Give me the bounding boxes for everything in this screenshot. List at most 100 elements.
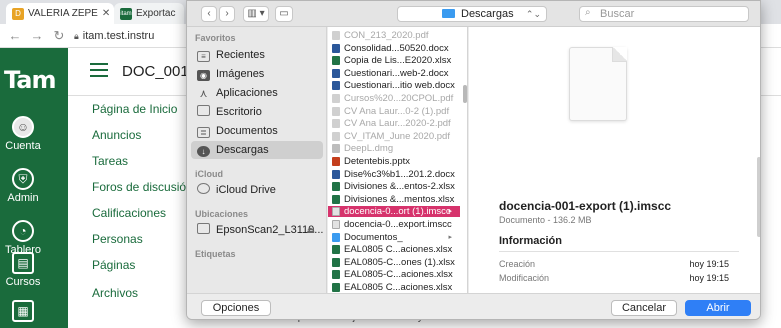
course-nav-grades[interactable]: Calificaciones (92, 206, 166, 220)
documents-icon: ≣ (197, 127, 210, 138)
sidebar-item-label: iCloud Drive (216, 184, 276, 196)
sidebar-item-label: Recientes (216, 49, 265, 61)
file-item[interactable]: EAL0805 C...aciones.xlsx (328, 244, 460, 255)
global-nav-admin[interactable]: ⛨ Admin (0, 168, 46, 204)
file-name: docencia-0...export.imscc (344, 219, 452, 230)
options-button[interactable]: Opciones (201, 300, 271, 316)
row-value: hoy 19:15 (689, 273, 729, 283)
file-item[interactable]: EAL0805 C...aciones.xlsx (328, 282, 460, 293)
browser-tab-valeria[interactable]: D VALERIA ZEPE ✕ (6, 3, 114, 24)
sidebar-item-downloads[interactable]: ↓ Descargas (191, 141, 323, 159)
file-item[interactable]: CON_213_2020.pdf (328, 30, 460, 41)
preview-row-modified: Modificación hoy 19:15 (499, 273, 729, 283)
file-item[interactable]: Consolidad...50520.docx (328, 43, 460, 54)
file-name: CV Ana Laur...2020-2.pdf (344, 118, 451, 130)
global-nav-courses[interactable]: ▤ Cursos (0, 252, 46, 288)
sidebar-item-desktop[interactable]: Escritorio (191, 103, 323, 121)
file-icon (332, 270, 340, 280)
file-item[interactable]: Cuestionari...web-2.docx (328, 68, 460, 79)
file-icon (332, 220, 340, 229)
view-mode-button[interactable]: ▥ ▾ (243, 6, 269, 22)
lock-icon: 🔒︎ (74, 30, 79, 41)
location-popup[interactable]: Descargas ⌃⌄ (397, 6, 547, 22)
course-nav-announcements[interactable]: Anuncios (92, 128, 141, 142)
file-item[interactable]: Cuestionari...itio web.docx (328, 80, 460, 91)
course-nav-files[interactable]: Archivos (92, 286, 138, 300)
sidebar-item-epson-scan[interactable]: EpsonScan2_L3110... ⏏ (191, 221, 323, 239)
file-item[interactable]: CV Ana Laur...2020-2.pdf (328, 118, 460, 129)
course-nav-discussions[interactable]: Foros de discusión (92, 180, 193, 194)
chevron-right-icon: ▸ (448, 233, 452, 241)
sidebar-item-documents[interactable]: ≣ Documentos (191, 122, 323, 140)
divider (499, 251, 739, 252)
file-icon (332, 81, 340, 91)
sidebar-item-recents[interactable]: ≡ Recientes (191, 46, 323, 64)
file-icon (332, 169, 340, 179)
global-nav-account[interactable]: ☺ Cuenta (0, 116, 46, 152)
camera-icon: ◉ (197, 70, 210, 81)
updown-chevron-icon: ⌃⌄ (525, 9, 541, 19)
file-name: Dise%c3%b1...201.2.docx (344, 168, 455, 180)
hamburger-menu-icon[interactable] (90, 63, 108, 77)
downloads-icon: ↓ (197, 146, 210, 157)
cancel-button[interactable]: Cancelar (611, 300, 677, 316)
cloud-icon (197, 183, 210, 194)
file-name: Divisiones &...mentos.xlsx (344, 193, 455, 205)
close-tab-icon[interactable]: ✕ (102, 8, 110, 19)
sidebar-item-label: Aplicaciones (216, 87, 278, 99)
course-nav-pages[interactable]: Páginas (92, 258, 135, 272)
forward-arrow-icon[interactable]: → (30, 28, 44, 43)
back-arrow-icon[interactable]: ← (8, 28, 22, 43)
course-nav-assignments[interactable]: Tareas (92, 154, 128, 168)
row-label: Creación (499, 259, 536, 269)
file-item[interactable]: DeepL.dmg (328, 143, 460, 154)
browser-tab-export[interactable]: itam Exportac (114, 3, 184, 24)
open-button[interactable]: Abrir (685, 300, 751, 316)
global-navigation: Tam ☺ Cuenta ⛨ Admin ◔ Tablero ▤ Cursos … (0, 48, 68, 328)
global-nav-calendar[interactable]: ▦ (0, 300, 46, 324)
logo: Tam (4, 66, 56, 94)
file-item[interactable]: Documentos_ ▸ (328, 232, 460, 243)
sidebar-item-applications[interactable]: ⋏ Aplicaciones (191, 84, 323, 102)
eject-icon[interactable]: ⏏ (306, 221, 315, 239)
url-field[interactable]: 🔒︎ itam.test.instru (74, 30, 154, 42)
file-item[interactable]: EAL0805-C...ones (1).xlsx (328, 257, 460, 268)
file-item[interactable]: CV_ITAM_June 2020.pdf (328, 131, 460, 142)
file-item[interactable]: docencia-0...export.imscc (328, 219, 460, 230)
file-list-scrollbar[interactable] (463, 85, 467, 103)
recents-icon: ≡ (197, 51, 210, 62)
file-icon (332, 31, 340, 40)
file-item[interactable]: Detentebis.pptx (328, 156, 460, 167)
file-item[interactable]: Copia de Lis...E2020.xlsx (328, 55, 460, 66)
group-button[interactable]: ▭ (275, 6, 293, 22)
tags-header: Etiquetas (195, 249, 236, 259)
course-nav-home[interactable]: Página de Inicio (92, 102, 177, 116)
file-item[interactable]: Divisiones &...entos-2.xlsx (328, 181, 460, 192)
file-icon (332, 257, 340, 267)
file-name: Copia de Lis...E2020.xlsx (344, 55, 452, 67)
file-icon (332, 119, 340, 129)
file-name: EAL0805 C...aciones.xlsx (344, 282, 453, 293)
file-open-dialog: ‹ › ▥ ▾ ▭ Descargas ⌃⌄ Buscar ⌕ Favorito… (186, 0, 761, 320)
file-icon (332, 144, 340, 154)
shield-icon: ⛨ (12, 168, 34, 190)
file-item[interactable]: Dise%c3%b1...201.2.docx (328, 169, 460, 180)
course-nav-people[interactable]: Personas (92, 232, 143, 246)
favorites-header: Favoritos (195, 33, 236, 43)
search-input[interactable]: Buscar (579, 6, 749, 22)
disk-icon (197, 223, 210, 234)
file-item[interactable]: EAL0805-C...aciones.xlsx (328, 269, 460, 280)
preview-scrollbar[interactable] (757, 157, 760, 237)
dialog-toolbar: ‹ › ▥ ▾ ▭ Descargas ⌃⌄ Buscar ⌕ (187, 1, 760, 27)
global-nav-dashboard[interactable]: ◔ Tablero (0, 220, 46, 256)
reload-icon[interactable]: ↻ (52, 28, 66, 44)
sidebar-item-icloud-drive[interactable]: iCloud Drive (191, 181, 323, 199)
file-item[interactable]: Divisiones &...mentos.xlsx (328, 194, 460, 205)
back-button[interactable]: ‹ (201, 6, 217, 22)
book-icon: ▤ (12, 252, 34, 274)
file-item[interactable]: Cursos%20...20CPOL.pdf (328, 93, 460, 104)
forward-button[interactable]: › (219, 6, 235, 22)
file-item[interactable]: CV Ana Laur...0-2 (1).pdf (328, 106, 460, 117)
file-item-selected[interactable]: docencia-0...ort (1).imscc ▸ (328, 206, 460, 218)
sidebar-item-images[interactable]: ◉ Imágenes (191, 65, 323, 83)
